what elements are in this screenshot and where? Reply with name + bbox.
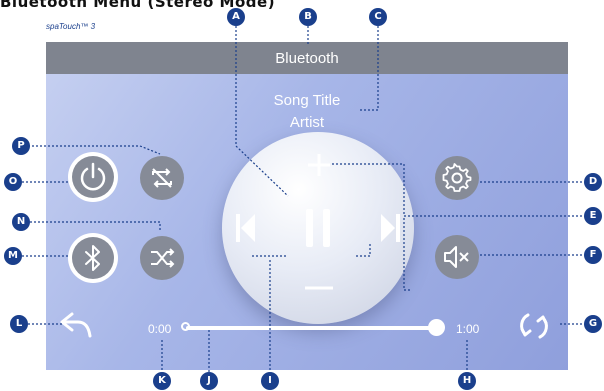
refresh-icon[interactable] <box>516 308 552 344</box>
callout-m: M <box>4 247 22 265</box>
spa-touch-screen: Bluetooth Song Title Artist 0:00 1:00 <box>46 42 568 370</box>
shuffle-button[interactable] <box>140 236 184 280</box>
power-icon <box>80 162 106 191</box>
screen-title: Bluetooth <box>275 50 339 67</box>
repeat-button[interactable] <box>140 156 184 200</box>
skip-previous-icon[interactable] <box>235 212 257 244</box>
playback-control-dial <box>222 132 414 324</box>
brand-label: spaTouch™ 3 <box>46 22 96 31</box>
power-button[interactable] <box>68 152 118 202</box>
back-arrow-icon[interactable] <box>58 308 94 340</box>
elapsed-time: 0:00 <box>148 322 172 336</box>
callout-n: N <box>12 213 30 231</box>
callout-e: E <box>584 207 602 225</box>
callout-b: B <box>299 8 317 26</box>
callout-j: J <box>200 372 218 390</box>
gear-icon <box>442 163 472 192</box>
top-bar: Bluetooth <box>46 42 568 74</box>
callout-a: A <box>227 8 245 26</box>
callout-h: H <box>458 372 476 390</box>
callout-i: I <box>261 372 279 390</box>
skip-next-icon[interactable] <box>379 212 401 244</box>
bluetooth-icon <box>85 245 100 271</box>
callout-c: C <box>369 8 387 26</box>
mute-button[interactable] <box>435 235 479 279</box>
song-title: Song Title <box>273 92 341 109</box>
progress-handle[interactable] <box>428 319 445 336</box>
callout-d: D <box>584 173 602 191</box>
bluetooth-button[interactable] <box>68 233 118 283</box>
callout-k: K <box>153 372 171 390</box>
shuffle-icon <box>151 248 175 268</box>
settings-button[interactable] <box>435 156 479 200</box>
callout-p: P <box>12 137 30 155</box>
callout-l: L <box>10 315 28 333</box>
callout-o: O <box>4 173 22 191</box>
pause-icon[interactable] <box>304 208 332 248</box>
artist-name: Artist <box>289 114 325 131</box>
plus-icon[interactable] <box>306 152 332 178</box>
callout-f: F <box>584 246 602 264</box>
mute-icon <box>444 246 469 268</box>
progress-bar[interactable] <box>186 326 438 330</box>
callout-g: G <box>584 315 602 333</box>
repeat-off-icon <box>152 168 172 188</box>
minus-icon[interactable] <box>303 284 335 292</box>
duration-time: 1:00 <box>456 322 480 336</box>
